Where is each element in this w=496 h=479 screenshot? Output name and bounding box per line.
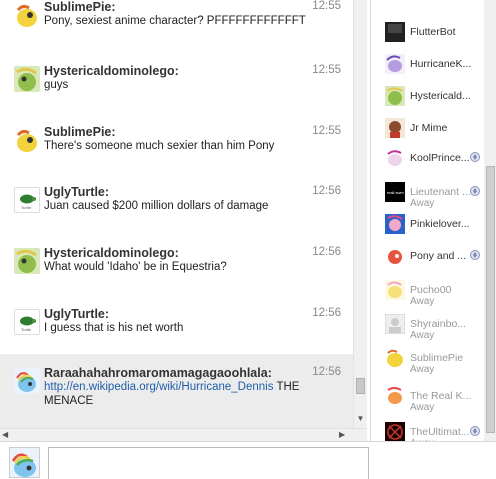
user-list-item[interactable]: The Real K... Away xyxy=(385,386,483,416)
svg-text:Turtle: Turtle xyxy=(21,327,32,332)
white-pony-avatar xyxy=(385,148,405,168)
purple-pony-avatar xyxy=(385,54,405,74)
green-pony-avatar[interactable] xyxy=(14,248,40,274)
chat-message: SublimePie: 12:55 There's someone much s… xyxy=(0,119,353,159)
svg-text:mall swm: mall swm xyxy=(387,190,404,195)
chat-message: Raraahahahromaromamagagaoohlala: 12:56 h… xyxy=(0,354,353,428)
user-list-item[interactable]: KoolPrince... xyxy=(385,148,483,178)
message-username[interactable]: UglyTurtle: xyxy=(44,185,109,199)
message-input[interactable] xyxy=(48,447,369,479)
scroll-down-arrow-icon[interactable]: ▼ xyxy=(356,414,365,424)
message-username[interactable]: UglyTurtle: xyxy=(44,307,109,321)
chat-message: SublimePie: 12:55 Pony, sexiest anime ch… xyxy=(0,0,353,34)
user-list-item[interactable]: Jr Mime xyxy=(385,118,483,148)
scroll-left-arrow-icon[interactable]: ◀ xyxy=(2,429,12,441)
message-timestamp: 12:55 xyxy=(312,0,341,12)
chat-scroll-thumb[interactable] xyxy=(356,378,365,394)
chat-mod-badge-icon xyxy=(470,249,480,260)
user-status: Away xyxy=(410,402,435,413)
chat-mod-badge-icon xyxy=(470,151,480,162)
chat-vertical-scrollbar[interactable]: ▼ xyxy=(353,0,367,428)
message-text: What would 'Idaho' be in Equestria? xyxy=(44,261,227,273)
message-text: http://en.wikipedia.org/wiki/Hurricane_D… xyxy=(44,380,345,408)
scroll-right-arrow-icon[interactable]: ▶ xyxy=(339,429,349,441)
self-avatar xyxy=(9,447,40,478)
turtle-avatar[interactable]: Turtle xyxy=(14,309,40,335)
green-pony-avatar[interactable] xyxy=(14,66,40,92)
turtle-avatar[interactable]: Turtle xyxy=(14,187,40,213)
user-name: Pinkielover... xyxy=(410,218,470,230)
message-timestamp: 12:55 xyxy=(312,64,341,76)
user-name: Hystericald... xyxy=(410,90,471,102)
dark-avatar xyxy=(385,22,405,42)
message-text: I guess that is his net worth xyxy=(44,322,184,334)
user-list-item[interactable]: mall swm Lieutenant ... Away xyxy=(385,182,483,212)
chat-message: Turtle UglyTurtle: 12:56 Juan caused $20… xyxy=(0,179,353,219)
yellow-avatar xyxy=(385,280,405,300)
user-name: SublimePie xyxy=(410,352,464,364)
user-list-item[interactable]: Pucho00 Away xyxy=(385,280,483,310)
message-text: guys xyxy=(44,79,69,91)
user-status: Away xyxy=(410,198,435,209)
message-link[interactable]: http://en.wikipedia.org/wiki/Hurricane_D… xyxy=(44,381,273,393)
message-username[interactable]: Raraahahahromaromamagagaoohlala: xyxy=(44,366,272,380)
user-list-item[interactable]: TheUltimat...Away xyxy=(385,422,483,441)
chat-log: SublimePie: 12:55 Pony, sexiest anime ch… xyxy=(0,0,353,428)
user-list-item[interactable]: HurricaneK... xyxy=(385,54,483,84)
yellow-pony-avatar xyxy=(385,348,405,368)
cross-avatar xyxy=(385,422,405,441)
green-pony-avatar xyxy=(385,86,405,106)
black-avatar: mall swm xyxy=(385,182,405,202)
message-text: Pony, sexiest anime character? PFFFFFFFF… xyxy=(44,15,306,27)
user-name: Jr Mime xyxy=(410,122,448,134)
red-avatar xyxy=(385,246,405,266)
message-composer xyxy=(0,441,496,479)
message-timestamp: 12:56 xyxy=(312,246,341,258)
blue-pony-avatar[interactable] xyxy=(14,368,40,394)
user-name: HurricaneK... xyxy=(410,58,472,70)
yellow-pony-avatar[interactable] xyxy=(14,127,40,153)
user-list: FlutterBot HurricaneK... Hystericald... Jr … xyxy=(370,0,496,441)
user-list-item[interactable]: Hystericald... xyxy=(385,86,483,116)
chat-pane: SublimePie: 12:55 Pony, sexiest anime ch… xyxy=(0,0,367,428)
message-username[interactable]: Hystericaldominolego: xyxy=(44,64,179,78)
user-status: Away xyxy=(410,364,435,375)
user-list-scrollbar[interactable] xyxy=(484,0,496,441)
user-list-item[interactable]: Pinkielover... xyxy=(385,214,483,244)
chat-message: Turtle UglyTurtle: 12:56 I guess that is… xyxy=(0,301,353,341)
chat-message: Hystericaldominolego: 12:55 guys xyxy=(0,58,353,98)
message-username[interactable]: SublimePie: xyxy=(44,125,116,139)
message-timestamp: 12:55 xyxy=(312,125,341,137)
chat-horizontal-scrollbar[interactable]: ◀ ▶ xyxy=(0,428,367,441)
svg-text:Turtle: Turtle xyxy=(21,205,32,210)
user-name: The Real K... xyxy=(410,390,472,402)
chat-mod-badge-icon xyxy=(470,425,480,436)
user-list-item[interactable]: Pony and ... xyxy=(385,246,483,276)
default-avatar xyxy=(385,314,405,334)
orange-pony-avatar xyxy=(385,386,405,406)
message-timestamp: 12:56 xyxy=(312,185,341,197)
user-name: FlutterBot xyxy=(410,26,456,38)
user-name: Shyrainbo... xyxy=(410,318,467,330)
message-text: There's someone much sexier than him Pon… xyxy=(44,140,275,152)
message-username[interactable]: Hystericaldominolego: xyxy=(44,246,179,260)
message-timestamp: 12:56 xyxy=(312,366,341,378)
user-list-item[interactable]: Shyrainbo... Away xyxy=(385,314,483,344)
chat-message: Hystericaldominolego: 12:56 What would '… xyxy=(0,240,353,280)
user-list-item[interactable]: FlutterBot xyxy=(385,22,483,52)
user-status: Away xyxy=(410,438,434,441)
yellow-pony-avatar[interactable] xyxy=(14,2,40,28)
chat-mod-badge-icon xyxy=(470,185,480,196)
user-name: Pucho00 xyxy=(410,284,452,296)
message-text: Juan caused $200 million dollars of dama… xyxy=(44,200,269,212)
brown-avatar xyxy=(385,118,405,138)
user-status: Away xyxy=(410,296,435,307)
user-list-item[interactable]: SublimePie Away xyxy=(385,348,483,378)
user-list-scroll-thumb[interactable] xyxy=(486,166,495,433)
message-username[interactable]: SublimePie: xyxy=(44,0,116,14)
blue-avatar xyxy=(385,214,405,234)
user-status: Away xyxy=(410,330,435,341)
message-timestamp: 12:56 xyxy=(312,307,341,319)
